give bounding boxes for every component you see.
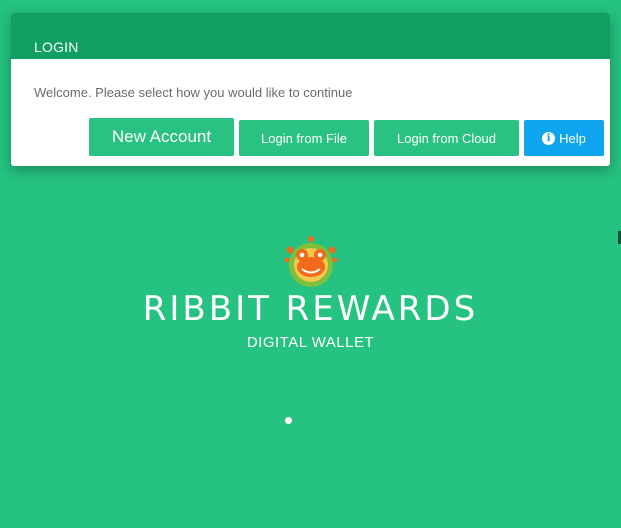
frog-logo-icon xyxy=(280,234,342,292)
help-button-label: Help xyxy=(559,130,586,146)
modal-body: Welcome. Please select how you would lik… xyxy=(11,59,610,166)
help-button[interactable]: i Help xyxy=(524,120,604,156)
brand-title: RIBBIT REWARDS xyxy=(142,289,479,329)
login-from-file-button[interactable]: Login from File xyxy=(239,120,369,156)
login-from-cloud-button[interactable]: Login from Cloud xyxy=(374,120,519,156)
modal-title: LOGIN xyxy=(34,39,79,55)
welcome-message: Welcome. Please select how you would lik… xyxy=(34,85,353,100)
brand-tagline: DIGITAL WALLET xyxy=(246,334,375,351)
new-account-button[interactable]: New Account xyxy=(89,118,234,156)
modal-header: LOGIN xyxy=(11,13,610,59)
loading-dot-icon xyxy=(285,417,292,424)
info-icon: i xyxy=(542,131,556,145)
login-modal: LOGIN Welcome. Please select how you wou… xyxy=(11,13,610,166)
app-page: LOGIN Welcome. Please select how you wou… xyxy=(0,0,621,528)
